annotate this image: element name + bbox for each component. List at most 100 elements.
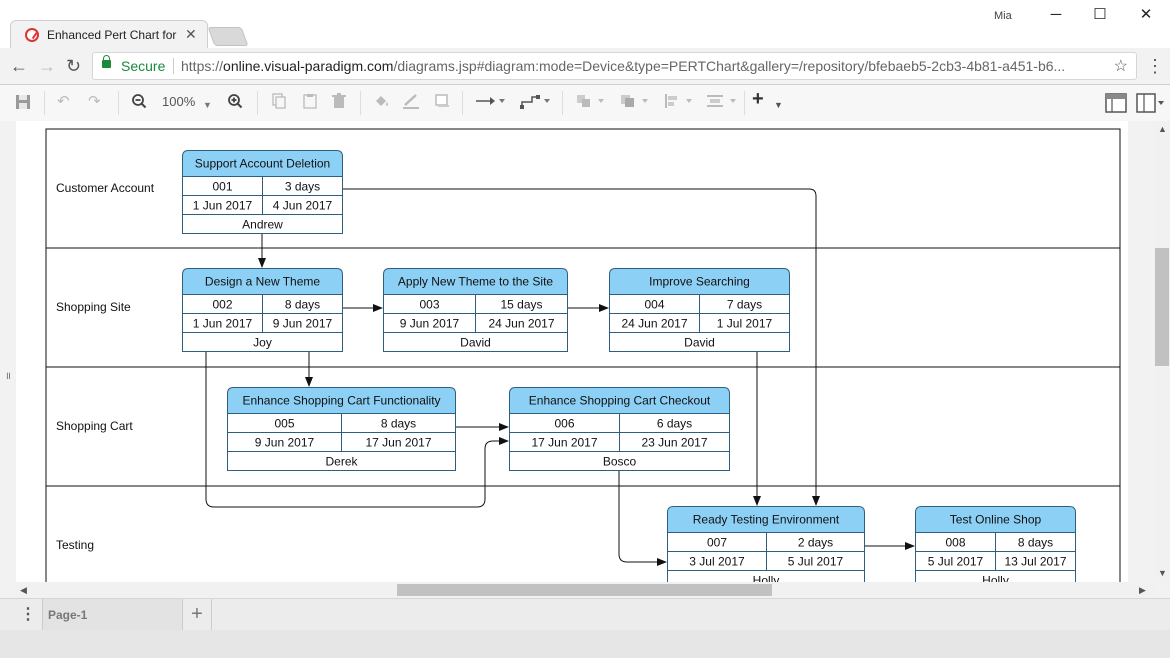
task-duration: 8 days	[1018, 536, 1053, 550]
format-panel-toggle-icon[interactable]	[1105, 93, 1127, 118]
zoom-level-select[interactable]: 100%	[162, 94, 195, 109]
shadow-icon[interactable]	[434, 93, 450, 114]
pert-task-005[interactable]: Enhance Shopping Cart Functionality 005 8 …	[227, 387, 456, 471]
pert-task-001[interactable]: Support Account Deletion 001 3 days 1 Jun 2…	[182, 150, 343, 234]
pert-task-004[interactable]: Improve Searching 004 7 days 24 Jun 2017 1 J…	[609, 268, 790, 352]
task-title: Enhance Shopping Cart Functionality	[242, 394, 440, 408]
distribute-icon[interactable]	[706, 93, 740, 114]
task-title: Ready Testing Environment	[693, 513, 840, 527]
redo-icon[interactable]: ↷	[88, 93, 101, 111]
scroll-left-icon[interactable]: ◀	[20, 585, 27, 596]
url-divider	[173, 58, 174, 74]
new-tab-button[interactable]	[207, 27, 249, 46]
task-duration: 2 days	[798, 536, 833, 550]
pert-task-002[interactable]: Design a New Theme 002 8 days 1 Jun 2017 9 J…	[182, 268, 343, 352]
task-end-date: 5 Jul 2017	[788, 555, 844, 569]
task-end-date: 4 Jun 2017	[273, 199, 333, 213]
sidebar-collapse-handle[interactable]: ॥	[5, 368, 11, 382]
toolbar-separator	[562, 91, 563, 115]
page-tabs-bar: ⋮ Page-1 +	[0, 598, 1170, 631]
url-text[interactable]: https://online.visual-paradigm.com/diagr…	[181, 58, 1065, 74]
pert-chart[interactable]: Customer Account Shopping Site Shopping Ca…	[0, 121, 1154, 582]
toolbar-separator	[257, 91, 258, 115]
forward-arrow-icon[interactable]: →	[38, 57, 56, 75]
task-end-date: 9 Jun 2017	[273, 317, 333, 331]
page-menu-icon[interactable]: ⋮	[14, 599, 43, 631]
toolbar-separator	[744, 91, 745, 115]
copy-icon[interactable]	[271, 93, 287, 114]
maximize-window-icon[interactable]: ☐	[1085, 5, 1115, 25]
task-title: Apply New Theme to the Site	[398, 275, 554, 289]
task-id: 003	[419, 298, 439, 312]
task-title: Support Account Deletion	[195, 157, 330, 171]
pert-task-003[interactable]: Apply New Theme to the Site 003 15 days 9 J…	[383, 268, 568, 352]
swimlane-label: Shopping Site	[56, 300, 131, 314]
group-icon[interactable]	[576, 93, 608, 114]
url-scheme: https://	[181, 58, 224, 74]
add-page-button[interactable]: +	[183, 599, 212, 631]
task-owner: Joy	[253, 336, 272, 350]
zoom-out-icon[interactable]	[131, 93, 147, 114]
task-start-date: 9 Jun 2017	[400, 317, 460, 331]
visual-paradigm-favicon-icon	[25, 28, 39, 42]
task-owner: David	[460, 336, 491, 350]
undo-icon[interactable]: ↶	[57, 93, 70, 111]
url-omnibox[interactable]: Secure https://online.visual-paradigm.co…	[92, 52, 1137, 80]
paste-icon[interactable]	[302, 93, 318, 114]
save-icon[interactable]	[14, 93, 32, 116]
task-start-date: 17 Jun 2017	[531, 436, 597, 450]
window-user-name: Mia	[994, 10, 1012, 22]
minimize-window-icon[interactable]: ─	[1041, 5, 1071, 25]
browser-tab-title: Enhanced Pert Chart for Online Shop	[47, 28, 179, 42]
task-owner: Holly	[753, 574, 780, 583]
add-shape-icon[interactable]: +	[752, 89, 764, 109]
diagram-canvas[interactable]: Customer Account Shopping Site Shopping Ca…	[0, 121, 1154, 582]
delete-icon[interactable]	[331, 93, 347, 114]
pert-task-006[interactable]: Enhance Shopping Cart Checkout 006 6 days 1…	[509, 387, 730, 471]
lock-icon	[102, 55, 111, 68]
close-window-icon[interactable]: ✕	[1131, 5, 1161, 25]
task-title: Design a New Theme	[205, 275, 320, 289]
task-owner: Bosco	[603, 455, 637, 469]
pert-task-007[interactable]: Ready Testing Environment 007 2 days 3 Jul …	[667, 506, 865, 583]
back-arrow-icon[interactable]: ←	[10, 57, 28, 75]
horizontal-scroll-thumb[interactable]	[397, 584, 772, 596]
scroll-up-icon[interactable]: ▲	[1158, 124, 1167, 134]
line-color-icon[interactable]	[402, 93, 420, 114]
page-tab[interactable]: Page-1	[43, 599, 183, 631]
toolbar-separator	[44, 91, 45, 115]
task-owner: Holly	[982, 574, 1009, 583]
vertical-scroll-thumb[interactable]	[1155, 248, 1169, 366]
task-title: Test Online Shop	[950, 513, 1042, 527]
task-end-date: 24 Jun 2017	[488, 317, 554, 331]
task-end-date: 1 Jul 2017	[717, 317, 773, 331]
zoom-in-icon[interactable]	[227, 93, 243, 114]
bookmark-star-icon[interactable]: ☆	[1114, 56, 1128, 76]
scroll-right-icon[interactable]: ▶	[1139, 585, 1146, 596]
task-start-date: 24 Jun 2017	[621, 317, 687, 331]
task-duration: 6 days	[657, 417, 692, 431]
task-owner: Derek	[325, 455, 358, 469]
task-id: 001	[212, 180, 232, 194]
browser-tab[interactable]: Enhanced Pert Chart for Online Shop ✕	[10, 20, 208, 50]
align-icon[interactable]	[664, 93, 696, 114]
task-end-date: 17 Jun 2017	[365, 436, 431, 450]
scroll-down-icon[interactable]: ▼	[1158, 568, 1167, 578]
add-shape-chevron-icon[interactable]: ▼	[774, 96, 783, 114]
task-duration: 15 days	[500, 298, 542, 312]
diagram-toolbar: ↶ ↷ 100% ▼ + ▼	[0, 85, 1170, 122]
reload-icon[interactable]: ↻	[66, 57, 81, 75]
browser-menu-icon[interactable]: ⋮	[1146, 56, 1164, 77]
task-title: Enhance Shopping Cart Checkout	[529, 394, 711, 408]
arrange-order-icon[interactable]	[620, 93, 652, 114]
close-tab-icon[interactable]: ✕	[185, 26, 197, 43]
waypoint-style-icon[interactable]	[520, 93, 552, 114]
task-duration: 7 days	[727, 298, 762, 312]
browser-title-bar: Enhanced Pert Chart for Online Shop ✕ Mi…	[0, 0, 1170, 50]
outline-panel-toggle-icon[interactable]	[1136, 93, 1166, 118]
pert-task-008[interactable]: Test Online Shop 008 8 days 5 Jul 2017 13 Ju…	[915, 506, 1076, 583]
zoom-dropdown-chevron-icon[interactable]: ▼	[203, 96, 212, 114]
task-duration: 3 days	[285, 180, 320, 194]
connector-style-icon[interactable]	[475, 93, 505, 114]
fill-color-icon[interactable]	[373, 93, 391, 114]
